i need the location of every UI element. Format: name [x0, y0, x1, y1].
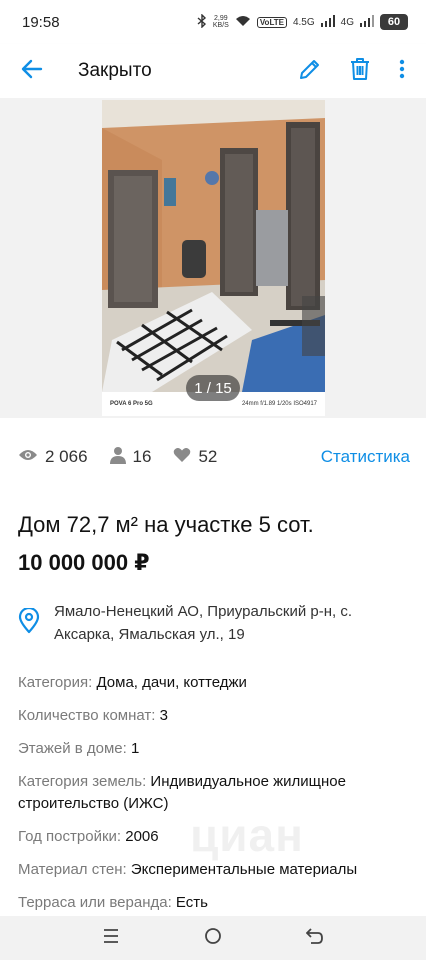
battery-indicator: 60	[380, 14, 408, 30]
param-terrace: Терраса или веранда: Есть	[18, 892, 410, 914]
trash-icon	[349, 57, 371, 86]
delete-button[interactable]	[342, 53, 378, 89]
sim2-label: 4G	[340, 16, 354, 28]
favorites-count: 52	[198, 447, 218, 466]
param-key: Год постройки:	[18, 828, 122, 845]
views-stat: 2 066	[18, 447, 88, 467]
signal-icon	[320, 14, 335, 30]
edit-icon	[298, 57, 322, 86]
signal-2-icon	[360, 14, 374, 30]
eye-icon	[18, 447, 38, 467]
param-value: 3	[159, 707, 168, 724]
param-value: 1	[130, 740, 140, 757]
system-back-button[interactable]	[295, 918, 335, 958]
back-button[interactable]	[14, 53, 50, 89]
param-value: Экспериментальные материалы	[130, 861, 358, 878]
arrow-back-icon	[21, 59, 43, 84]
home-circle-icon	[204, 927, 222, 950]
status-time: 19:58	[22, 13, 60, 31]
param-floors: Этажей в доме: 1	[18, 738, 410, 760]
edit-button[interactable]	[292, 53, 328, 89]
param-key: Категория земель:	[18, 773, 147, 790]
param-key: Терраса или веранда:	[18, 894, 172, 911]
bluetooth-icon	[197, 12, 207, 31]
photo-counter: 1 / 15	[186, 375, 240, 401]
status-bar: 19:58 2,99 KB/S VoLTE 4.5G 4G 60	[0, 0, 426, 44]
volte-badge: VoLTE	[256, 16, 287, 28]
param-key: Количество комнат:	[18, 707, 156, 724]
param-rooms: Количество комнат: 3	[18, 705, 410, 727]
param-value: Есть	[175, 894, 208, 911]
person-icon	[109, 446, 126, 469]
param-key: Этажей в доме:	[18, 740, 127, 757]
more-button[interactable]	[392, 53, 412, 89]
camera-meta: 24mm f/1.89 1/20s ISO4917	[241, 401, 317, 407]
wifi-icon	[235, 15, 251, 30]
app-bar: Закрыто	[0, 44, 426, 98]
net-speed: 2,99 KB/S	[212, 15, 229, 29]
sim1-label: 4.5G	[292, 16, 315, 28]
param-value: Дома, дачи, коттеджи	[96, 674, 247, 691]
page-title: Закрыто	[78, 60, 152, 81]
listing-photo[interactable]: POVA 6 Pro 5G 24mm f/1.89 1/20s ISO4917	[102, 100, 325, 416]
listing-address[interactable]: Ямало-Ненецкий АО, Приуральский р-н, с. …	[18, 600, 410, 646]
listing-stats: 2 066 16 52 Статистика	[18, 444, 410, 470]
param-key: Категория:	[18, 674, 93, 691]
contacts-stat: 16	[109, 446, 152, 469]
menu-lines-icon	[103, 928, 119, 948]
contacts-count: 16	[132, 447, 152, 466]
more-vert-icon	[399, 59, 405, 84]
param-value: 2006	[125, 828, 159, 845]
status-icons: 2,99 KB/S VoLTE 4.5G 4G 60	[197, 12, 408, 31]
param-wall-material: Материал стен: Экспериментальные материа…	[18, 859, 410, 881]
home-button[interactable]	[193, 918, 233, 958]
favorites-stat: 52	[173, 447, 217, 468]
address-text: Ямало-Ненецкий АО, Приуральский р-н, с. …	[54, 603, 353, 643]
listing-title: Дом 72,7 м² на участке 5 сот.	[18, 512, 314, 537]
brand-watermark: циан	[190, 809, 304, 861]
photo-gallery[interactable]: POVA 6 Pro 5G 24mm f/1.89 1/20s ISO4917 …	[0, 98, 426, 418]
back-arrow-icon	[305, 927, 324, 949]
param-key: Материал стен:	[18, 861, 127, 878]
recent-apps-button[interactable]	[91, 918, 131, 958]
statistics-link[interactable]: Статистика	[321, 447, 410, 467]
system-nav-bar	[0, 916, 426, 960]
location-pin-icon	[18, 600, 40, 646]
app-bar-actions	[292, 53, 412, 89]
heart-icon	[173, 447, 191, 468]
room-photo-illustration	[102, 100, 325, 392]
param-category: Категория: Дома, дачи, коттеджи	[18, 672, 410, 694]
listing-price: 10 000 000 ₽	[18, 550, 150, 575]
views-count: 2 066	[45, 447, 88, 466]
camera-label: POVA 6 Pro 5G	[110, 401, 153, 407]
listing-params: Категория: Дома, дачи, коттеджи Количест…	[18, 672, 410, 925]
